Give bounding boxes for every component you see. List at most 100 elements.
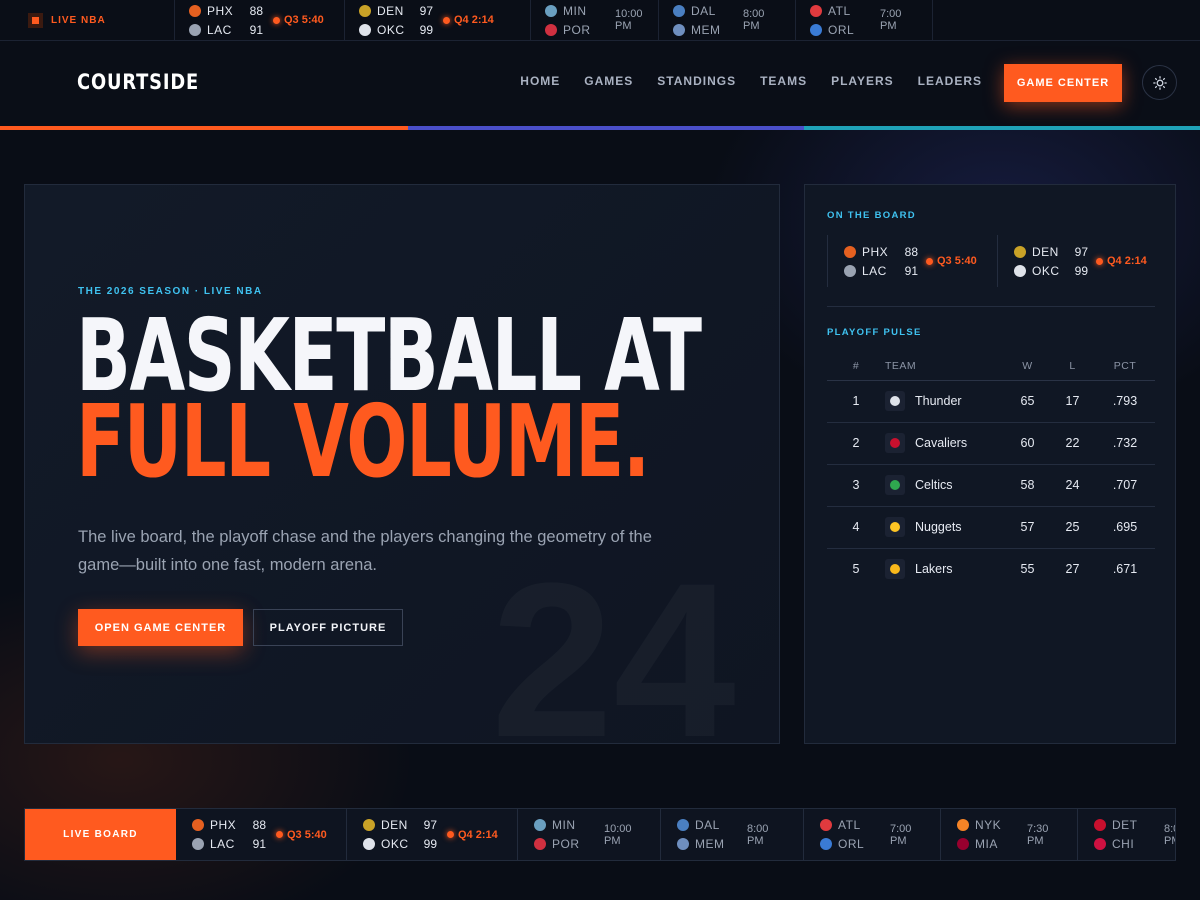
standings-row[interactable]: 5 Lakers 55 27 .671: [827, 548, 1155, 590]
game-teams: ATL ORL: [810, 3, 858, 37]
team-logo-icon: [673, 4, 685, 17]
game-teams: MIN POR: [534, 818, 582, 852]
ticker-games: PHX 88 LAC 91 Q3 5:40 DEN 97 OKC 99 Q4 2:14 MIN POR…: [175, 0, 933, 40]
top-score-ticker: LIVE NBA PHX 88 LAC 91 Q3 5:40 DEN 97 OKC 99 Q4 2…: [0, 0, 1200, 41]
game-status-live: Q3 5:40: [926, 255, 977, 267]
nav-standings[interactable]: STANDINGS: [657, 74, 736, 88]
team-logo-mark: [890, 480, 900, 490]
team-rank: 2: [827, 422, 885, 465]
site-header: COURTSIDE HOME GAMES STANDINGS TEAMS PLA…: [0, 41, 1200, 126]
game-card[interactable]: DAL MEM 8:00 PM: [661, 809, 804, 860]
team-abbr: MIA: [975, 837, 998, 851]
team-pct: .671: [1112, 562, 1138, 577]
team-name-cell: Celtics: [885, 464, 1005, 507]
team-row: OKC 99: [1014, 263, 1088, 278]
col-losses: L: [1050, 353, 1095, 381]
game-card[interactable]: MIN POR 10:00 PM: [531, 0, 659, 40]
team-pct: .732: [1095, 422, 1155, 465]
game-card[interactable]: ATL ORL 7:00 PM: [804, 809, 941, 860]
team-pct: .707: [1095, 464, 1155, 507]
nav-teams[interactable]: TEAMS: [760, 74, 807, 88]
team-logo-mark: [890, 522, 900, 532]
team-abbr: OKC: [381, 837, 409, 851]
game-teams: DET CHI: [1094, 818, 1142, 852]
team-wins: 55: [1020, 562, 1035, 577]
team-logo-icon: [363, 819, 375, 831]
nav-players[interactable]: PLAYERS: [831, 74, 894, 88]
team-cell: Lakers: [885, 559, 1005, 580]
game-card[interactable]: DET CHI 8:00 PM: [1078, 809, 1175, 860]
site-logo[interactable]: COURTSIDE: [77, 70, 199, 94]
team-abbr: POR: [563, 22, 591, 37]
board-game-card[interactable]: DEN 97 OKC 99 Q4 2:14: [997, 235, 1155, 287]
playoff-pulse-title: PLAYOFF PULSE: [827, 327, 922, 338]
live-nba-label[interactable]: LIVE NBA: [0, 0, 175, 40]
live-board-label[interactable]: LIVE BOARD: [25, 809, 176, 860]
team-abbr: NYK: [975, 818, 1002, 832]
team-name: Thunder: [915, 394, 962, 408]
team-logo-mark: [890, 438, 900, 448]
open-game-center-button[interactable]: OPEN GAME CENTER: [78, 609, 243, 646]
team-wins: 58: [1005, 464, 1050, 507]
team-logo-icon: [1014, 245, 1026, 258]
team-cell: Nuggets: [885, 517, 1005, 537]
game-card[interactable]: DAL MEM 8:00 PM: [659, 0, 796, 40]
side-panel: ON THE BOARD PHX 88 LAC 91 Q3 5:40 DEN 97 OKC 99…: [804, 184, 1176, 744]
nav-leaders[interactable]: LEADERS: [918, 74, 982, 88]
standings-row[interactable]: 4 Nuggets 57 25.695: [827, 506, 1155, 549]
game-card[interactable]: NYK MIA 7:30 PM: [941, 809, 1078, 860]
standings-row[interactable]: 1 Thunder 65 17.793: [827, 380, 1155, 423]
nav-games[interactable]: GAMES: [584, 74, 633, 88]
team-abbr: CHI: [1112, 837, 1135, 851]
game-card[interactable]: MIN POR 10:00 PM: [518, 809, 661, 860]
hero-card: 24 THE 2026 SEASON · LIVE NBA BASKETBALL…: [24, 184, 780, 744]
nav-home[interactable]: HOME: [520, 74, 560, 88]
game-time: 10:00 PM: [604, 822, 632, 847]
game-status-live: Q4 2:14: [443, 14, 494, 26]
playoff-picture-button[interactable]: PLAYOFF PICTURE: [253, 609, 403, 646]
game-clock: Q3 5:40: [937, 255, 977, 267]
team-name: Lakers: [915, 562, 953, 577]
game-teams: DAL MEM: [673, 3, 721, 37]
live-dot-icon: [273, 16, 280, 24]
team-abbr: DAL: [691, 3, 716, 18]
theme-toggle-button[interactable]: [1142, 65, 1177, 100]
team-logo-icon: [820, 838, 832, 850]
game-card[interactable]: PHX 88 LAC 91 Q3 5:40: [176, 809, 347, 860]
team-row: LAC 91: [192, 837, 266, 852]
team-wins: 57: [1005, 506, 1050, 549]
game-card[interactable]: ATL ORL 7:00 PM: [796, 0, 933, 40]
standings-row[interactable]: 3 Celtics 58 24.707: [827, 464, 1155, 507]
team-name-cell: Lakers: [885, 548, 1005, 590]
live-dot-icon: [926, 257, 933, 265]
hero-title: BASKETBALL AT FULL VOLUME.: [76, 306, 702, 492]
team-logo-icon: [1014, 264, 1026, 277]
board-games: PHX 88 LAC 91 Q3 5:40 DEN 97 OKC 99 Q4 2:14: [827, 235, 1155, 287]
team-row: ATL: [810, 3, 858, 18]
game-card[interactable]: PHX 88 LAC 91 Q3 5:40: [175, 0, 345, 40]
team-score: 97: [1074, 244, 1088, 259]
team-rank: 4: [827, 506, 885, 549]
game-time: 7:30 PM: [1027, 822, 1049, 847]
game-teams: MIN POR: [545, 3, 593, 37]
team-name: Nuggets: [915, 520, 962, 534]
team-logo-icon: [957, 819, 969, 831]
board-game-card[interactable]: PHX 88 LAC 91 Q3 5:40: [827, 235, 997, 287]
game-card[interactable]: DEN 97 OKC 99 Q4 2:14: [345, 0, 531, 40]
team-logo-icon: [844, 245, 856, 258]
team-pct: .793: [1095, 380, 1155, 423]
game-teams: DEN 97 OKC 99: [1014, 244, 1088, 278]
game-card[interactable]: DEN 97 OKC 99 Q4 2:14: [347, 809, 518, 860]
team-losses: 27: [1065, 562, 1080, 577]
team-losses: 25: [1050, 506, 1095, 549]
team-abbr: LAC: [210, 837, 235, 851]
stripe-teal: [804, 126, 1200, 130]
team-score: 88: [252, 818, 266, 832]
standings-row[interactable]: 2 Cavaliers 60 22.732: [827, 422, 1155, 465]
team-abbr: OKC: [1032, 263, 1060, 278]
game-center-button[interactable]: GAME CENTER: [1004, 64, 1122, 102]
team-score: 97: [419, 3, 433, 18]
team-row: MIN: [534, 818, 582, 833]
game-teams: DEN 97 OKC 99: [359, 3, 433, 37]
hero-lead: The live board, the playoff chase and th…: [78, 528, 652, 574]
